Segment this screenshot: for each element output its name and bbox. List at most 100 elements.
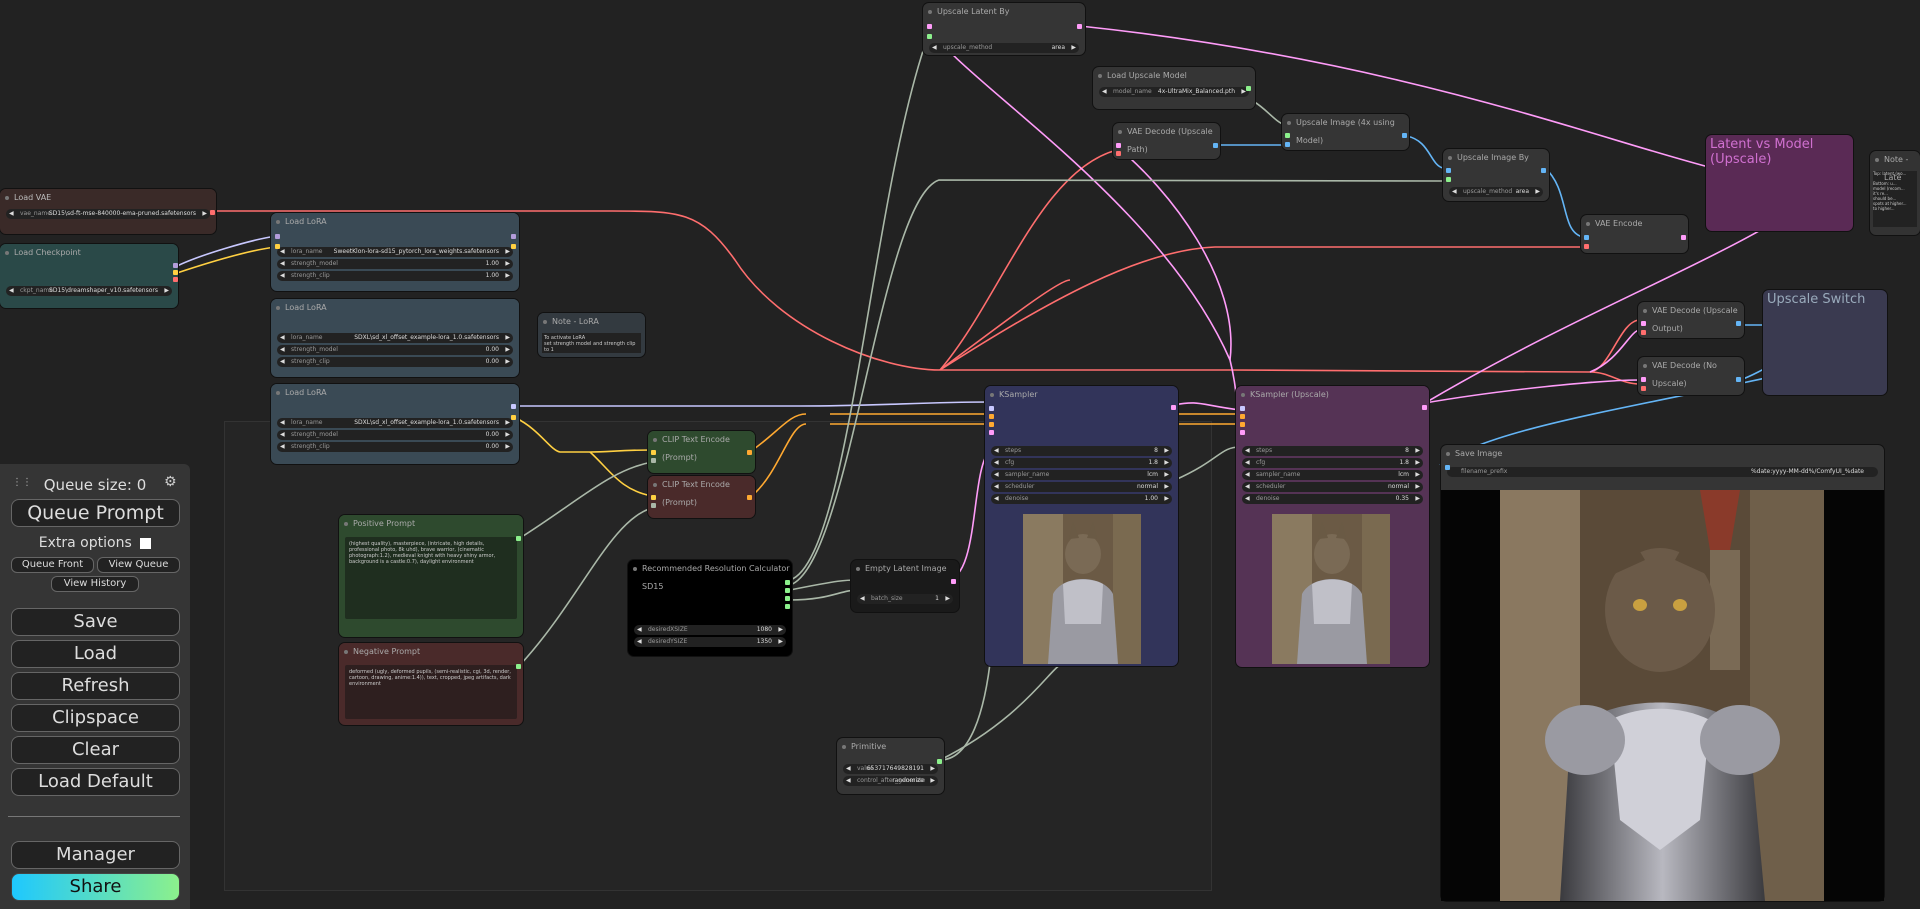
save-button[interactable]: Save [11, 608, 180, 636]
graph-canvas[interactable]: Load VAE ◀ vae_name SD15\sd-ft-mse-84000… [0, 0, 1920, 909]
upscale-method-combo[interactable]: ◀ upscale_method area ▶ [1449, 187, 1543, 197]
arrow-right-icon[interactable]: ▶ [505, 259, 510, 269]
resolution-calculator-node[interactable]: Recommended Resolution Calculator SD15 ◀… [628, 560, 792, 656]
arrow-right-icon[interactable]: ▶ [505, 442, 510, 452]
negative-input-port[interactable] [989, 422, 994, 427]
arrow-right-icon[interactable]: ▶ [505, 345, 510, 355]
arrow-left-icon[interactable]: ◀ [846, 776, 851, 786]
share-button[interactable]: Share [11, 873, 180, 901]
ksampler-scheduler-widget[interactable]: ◀ scheduler normal ▶ [1242, 482, 1423, 492]
refresh-button[interactable]: Refresh [11, 672, 180, 700]
batch-size-input[interactable]: ◀ batch_size 1 ▶ [857, 594, 953, 604]
ckpt-name-combo[interactable]: ◀ ckpt_name SD15\dreamshaper_v10.safeten… [6, 286, 172, 296]
arrow-left-icon[interactable]: ◀ [994, 482, 999, 492]
latent-vs-model-group[interactable]: Latent vs Model (Upscale) [1706, 135, 1853, 231]
arrow-right-icon[interactable]: ▶ [1164, 458, 1169, 468]
arrow-right-icon[interactable]: ▶ [505, 247, 510, 257]
arrow-right-icon[interactable]: ▶ [1415, 482, 1420, 492]
vae-encode-node[interactable]: VAE Encode [1581, 215, 1688, 253]
image-output-port[interactable] [1213, 143, 1218, 148]
empty-latent-image-node[interactable]: Empty Latent Image ◀ batch_size 1 ▶ [851, 560, 959, 612]
lora-name-combo[interactable]: ◀ lora_name SDXL\sd_xl_offset_example-lora… [277, 333, 513, 343]
load-button[interactable]: Load [11, 640, 180, 668]
ksampler-denoise-widget[interactable]: ◀ denoise 0.35 ▶ [1242, 494, 1423, 504]
arrow-left-icon[interactable]: ◀ [280, 271, 285, 281]
load-upscale-model-node[interactable]: Load Upscale Model ◀ model_name 4x-UltraMi… [1093, 67, 1255, 109]
upscale-model-combo[interactable]: ◀ model_name 4x-UltraMix_Balanced.pth ▶ [1099, 87, 1249, 97]
arrow-right-icon[interactable]: ▶ [505, 430, 510, 440]
latent-output-port[interactable] [1681, 235, 1686, 240]
arrow-left-icon[interactable]: ◀ [280, 333, 285, 343]
image-output-port[interactable] [1541, 168, 1546, 173]
images-input-port[interactable] [1445, 465, 1450, 470]
load-lora-node[interactable]: Load LoRA ◀ lora_name SDXL\sd_xl_offset_ex… [271, 384, 519, 464]
ksampler-denoise-widget[interactable]: ◀ denoise 1.00 ▶ [991, 494, 1172, 504]
load-lora-node[interactable]: Load LoRA ◀ lora_name SweetKlon-lora-sd15_… [271, 213, 519, 291]
latent-input-port[interactable] [927, 24, 932, 29]
image-input-port[interactable] [1446, 168, 1451, 173]
note-lora-node[interactable]: Note - LoRA To activate LoRA set strengt… [538, 313, 645, 357]
latent-output-port[interactable] [1077, 24, 1082, 29]
latent-output-port[interactable] [1171, 405, 1176, 410]
load-checkpoint-node[interactable]: Load Checkpoint ◀ ckpt_name SD15\dreamsh… [0, 244, 178, 308]
clip-text-encode-positive-node[interactable]: CLIP Text Encode (Prompt) [648, 431, 755, 473]
note-text[interactable]: To activate LoRA set strength model and … [542, 333, 641, 353]
arrow-left-icon[interactable]: ◀ [9, 209, 14, 219]
arrow-right-icon[interactable]: ▶ [1415, 446, 1420, 456]
arrow-left-icon[interactable]: ◀ [994, 458, 999, 468]
latent-input-port[interactable] [989, 430, 994, 435]
arrow-right-icon[interactable]: ▶ [930, 776, 935, 786]
arrow-right-icon[interactable]: ▶ [778, 637, 783, 647]
arrow-left-icon[interactable]: ◀ [280, 442, 285, 452]
latent-output-port[interactable] [1422, 405, 1427, 410]
vae-output-port[interactable] [173, 277, 178, 282]
arrow-left-icon[interactable]: ◀ [860, 594, 865, 604]
arrow-left-icon[interactable]: ◀ [1245, 446, 1250, 456]
strength-model-slider[interactable]: ◀ strength_model 0.00 ▶ [277, 345, 513, 355]
ksampler-cfg-widget[interactable]: ◀ cfg 1.8 ▶ [991, 458, 1172, 468]
arrow-left-icon[interactable]: ◀ [994, 494, 999, 504]
arrow-left-icon[interactable]: ◀ [280, 259, 285, 269]
string-output-port[interactable] [516, 536, 521, 541]
desired-x-size-input[interactable]: ◀ desiredXSIZE 1080 ▶ [634, 625, 786, 635]
load-lora-node[interactable]: Load LoRA ◀ lora_name SDXL\sd_xl_offset_ex… [271, 299, 519, 377]
image-output-port[interactable] [1736, 377, 1741, 382]
positive-prompt-node[interactable]: Positive Prompt (highest quality), maste… [339, 515, 523, 637]
primitive-node[interactable]: Primitive ◀ value 653717649828191 ▶ ◀ contro… [837, 738, 944, 794]
clip-input-port[interactable] [651, 450, 656, 455]
gear-icon[interactable]: ⚙ [164, 474, 177, 490]
conditioning-output-port[interactable] [747, 495, 752, 500]
latent-output-port[interactable] [951, 579, 956, 584]
vae-decode-upscale-path-node[interactable]: VAE Decode (Upscale Path) [1113, 123, 1220, 159]
arrow-left-icon[interactable]: ◀ [994, 446, 999, 456]
vae-input-port[interactable] [1584, 244, 1589, 249]
model-output-port[interactable] [511, 404, 516, 409]
arrow-right-icon[interactable]: ▶ [930, 764, 935, 774]
arrow-right-icon[interactable]: ▶ [1164, 470, 1169, 480]
ksampler-steps-widget[interactable]: ◀ steps 8 ▶ [991, 446, 1172, 456]
arrow-right-icon[interactable]: ▶ [505, 357, 510, 367]
clipspace-button[interactable]: Clipspace [11, 704, 180, 732]
manager-button[interactable]: Manager [11, 841, 180, 869]
clip-output-port[interactable] [173, 270, 178, 275]
text-input-port[interactable] [651, 503, 656, 508]
vae-output-port[interactable] [210, 210, 215, 215]
arrow-left-icon[interactable]: ◀ [280, 357, 285, 367]
conditioning-output-port[interactable] [747, 450, 752, 455]
arrow-left-icon[interactable]: ◀ [1245, 494, 1250, 504]
view-history-button[interactable]: View History [51, 576, 139, 592]
image-input-port[interactable] [1285, 142, 1290, 147]
image-output-port[interactable] [1736, 321, 1741, 326]
arrow-left-icon[interactable]: ◀ [1245, 470, 1250, 480]
negative-input-port[interactable] [1240, 422, 1245, 427]
arrow-left-icon[interactable]: ◀ [1102, 87, 1107, 97]
upscale-model-input-port[interactable] [1285, 133, 1290, 138]
vae-decode-upscale-output-node[interactable]: VAE Decode (Upscale Output) [1638, 302, 1744, 338]
arrow-right-icon[interactable]: ▶ [1071, 43, 1076, 53]
ksampler-upscale-node[interactable]: KSampler (Upscale) ◀ steps 8 ▶ ◀ cfg 1.8 ▶ ◀ samp… [1236, 386, 1429, 667]
queue-prompt-button[interactable]: Queue Prompt [11, 499, 180, 527]
negative-prompt-textarea[interactable]: deformed (ugly, deformed pupils, (semi-r… [345, 665, 517, 719]
clip-input-port[interactable] [275, 244, 280, 249]
queue-front-button[interactable]: Queue Front [11, 557, 94, 573]
seed-value-input[interactable]: ◀ value 653717649828191 ▶ [843, 764, 938, 774]
